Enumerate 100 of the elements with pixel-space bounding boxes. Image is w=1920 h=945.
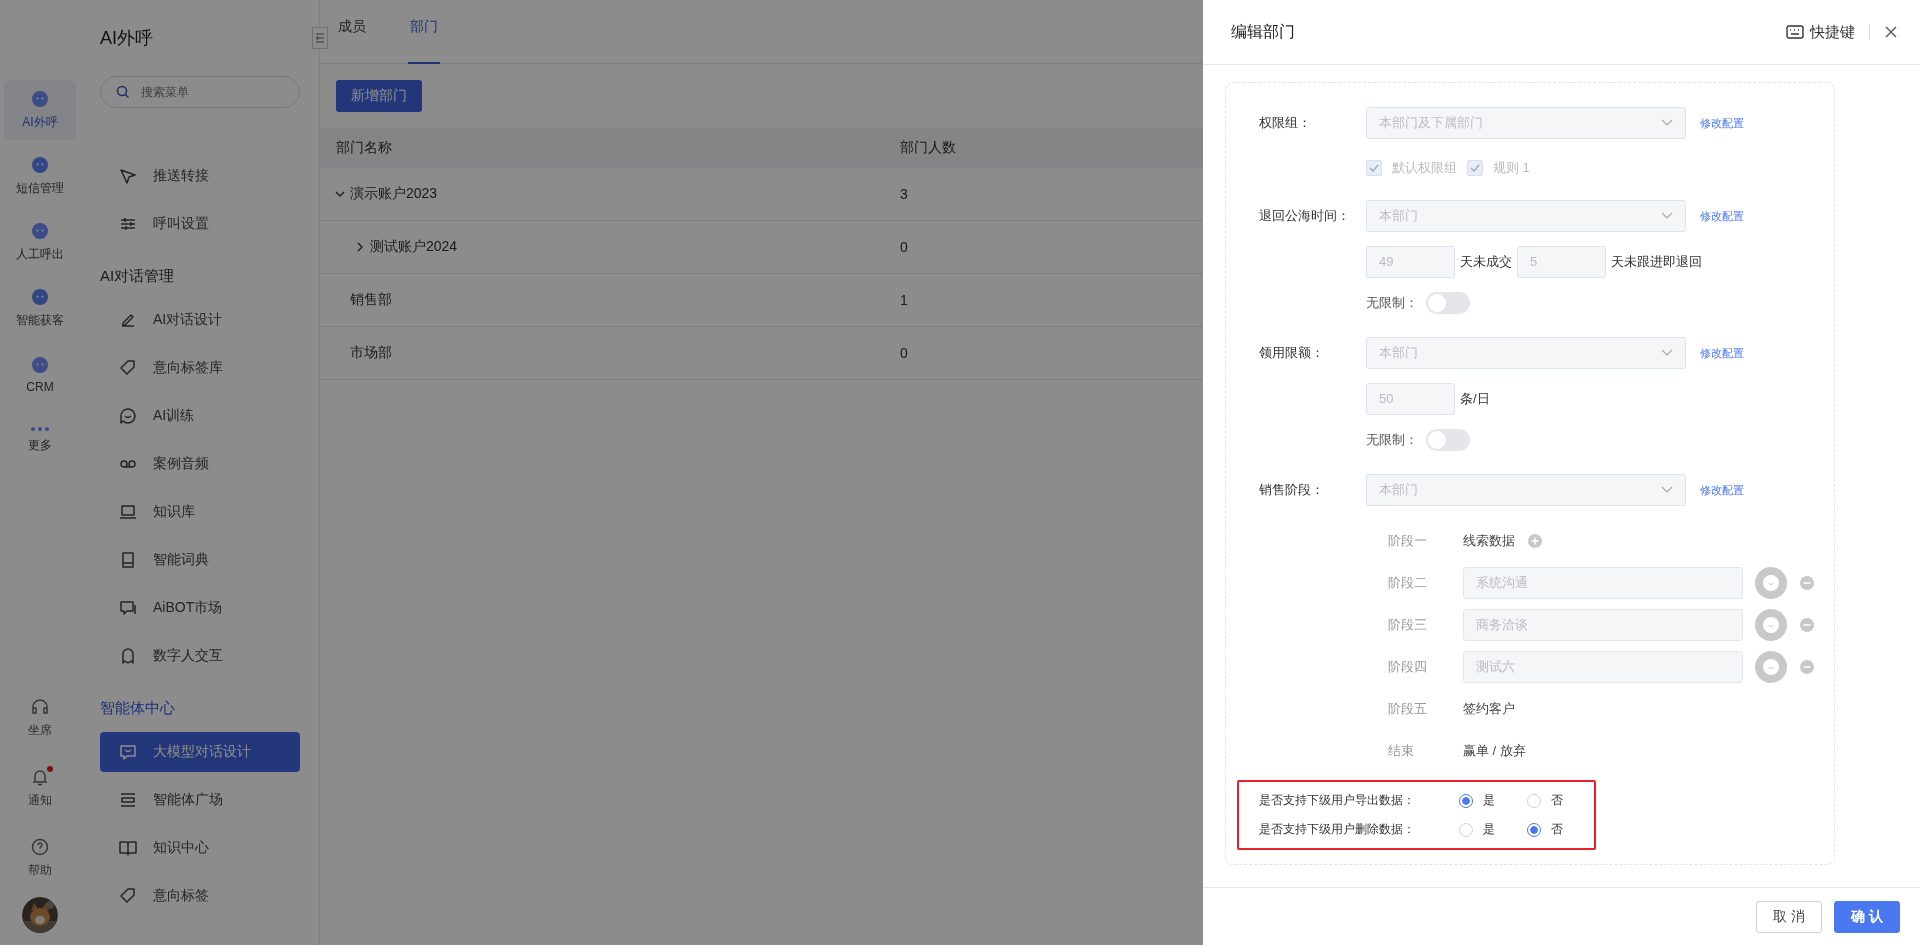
chevron-down-icon (1661, 349, 1673, 357)
radio-label: 是 (1483, 792, 1495, 809)
chevron-down-icon (1661, 486, 1673, 494)
edit-config-link[interactable]: 修改配置 (1700, 345, 1744, 361)
menu-item[interactable]: AiBOT市场 (100, 588, 300, 628)
app-icon (30, 221, 50, 241)
menu-item[interactable]: AI训练 (100, 396, 300, 436)
menu-item[interactable]: 案例音频 (100, 444, 300, 484)
rail-item[interactable]: 通知 (4, 757, 76, 819)
unit-label: 天未跟进即退回 (1611, 253, 1702, 271)
toggle-switch[interactable] (1426, 292, 1470, 314)
menu-item[interactable]: 大模型对话设计 (100, 732, 300, 772)
add-department-button[interactable]: 新增部门 (336, 80, 422, 112)
rail-item[interactable]: CRM (4, 344, 76, 404)
field-label: 权限组： (1259, 114, 1312, 132)
table-cell: 1 (900, 292, 908, 308)
cancel-button[interactable]: 取 消 (1756, 900, 1823, 933)
menu-item[interactable]: 智能词典 (100, 540, 300, 580)
radio-label: 是 (1483, 821, 1495, 838)
table-cell: 销售部 (350, 291, 392, 309)
checkbox-label: 默认权限组 (1392, 159, 1457, 177)
field-label: 退回公海时间： (1259, 207, 1351, 225)
radio-label: 否 (1550, 821, 1563, 838)
close-icon[interactable] (1884, 25, 1898, 39)
menu-item[interactable]: 知识中心 (100, 828, 300, 868)
rail-item[interactable]: 坐席 (4, 687, 76, 749)
edit-config-link[interactable]: 修改配置 (1700, 208, 1744, 224)
column-header: 部门名称 (335, 139, 393, 157)
circle-button-icon[interactable] (1755, 609, 1787, 641)
stage-value: 签约客户 (1463, 700, 1515, 718)
app-icon (30, 155, 50, 175)
shortcut-link[interactable]: 快捷键 (1786, 22, 1855, 42)
rail-item[interactable]: 更多 (4, 410, 76, 470)
unit-label: 天未成交 (1460, 253, 1512, 271)
rail-item[interactable]: 短信管理 (4, 146, 76, 206)
remove-icon[interactable] (1800, 660, 1814, 674)
menu-icon (118, 886, 138, 906)
checkbox[interactable] (1366, 160, 1382, 176)
circle-button-icon[interactable] (1755, 651, 1787, 683)
tab[interactable]: 部门 (408, 0, 440, 64)
menu-item[interactable]: 智能体广场 (100, 780, 300, 820)
stage-value: 线索数据 (1463, 532, 1515, 550)
chevron-down-icon (1661, 212, 1673, 220)
field-label: 领用限额： (1259, 344, 1325, 362)
add-icon[interactable] (1528, 534, 1542, 548)
radio-button[interactable] (1526, 822, 1541, 837)
switch-label: 无限制： (1366, 431, 1418, 449)
stage-label: 阶段五 (1388, 700, 1428, 718)
field-label: 销售阶段： (1259, 481, 1325, 499)
stage-label: 阶段三 (1388, 616, 1428, 634)
checkmark-icon (1369, 164, 1379, 172)
table-cell: 演示账户2023 (350, 185, 438, 203)
search-field[interactable]: 搜索菜单 (100, 76, 300, 108)
app-icon (30, 354, 50, 375)
search-icon (116, 85, 130, 99)
table-cell: 3 (900, 186, 908, 202)
menu-item[interactable]: 意向标签库 (100, 348, 300, 388)
menu-item[interactable]: AI对话设计 (100, 300, 300, 340)
bell-icon (30, 767, 50, 787)
edit-config-link[interactable]: 修改配置 (1700, 482, 1744, 498)
switch-label: 无限制： (1366, 294, 1418, 312)
table-cell: 0 (900, 239, 908, 255)
edit-config-link[interactable]: 修改配置 (1700, 115, 1744, 131)
table-cell: 市场部 (350, 344, 392, 362)
menu-item[interactable]: 知识库 (100, 492, 300, 532)
more-icon (30, 426, 50, 432)
app-icon (30, 89, 50, 109)
radio-button[interactable] (1459, 793, 1473, 808)
menu-section-heading: 智能体中心 (100, 698, 176, 718)
help-icon (30, 837, 50, 857)
radio-label: 否 (1550, 792, 1563, 809)
column-header: 部门人数 (900, 139, 956, 157)
tab[interactable]: 成员 (336, 0, 368, 64)
table-cell: 0 (900, 345, 908, 361)
menu-item[interactable]: 推送转接 (100, 156, 300, 196)
menu-item[interactable]: 意向标签 (100, 876, 300, 916)
circle-button-icon[interactable] (1755, 567, 1787, 599)
menu-item[interactable]: 呼叫设置 (100, 204, 300, 244)
menu-icon (118, 358, 138, 378)
rail-item[interactable]: 人工呼出 (4, 212, 76, 272)
stage-label: 阶段四 (1388, 658, 1428, 676)
confirm-button[interactable]: 确 认 (1834, 900, 1900, 933)
remove-icon[interactable] (1800, 576, 1814, 590)
checkbox[interactable] (1467, 160, 1483, 176)
rail-item[interactable]: 帮助 (4, 827, 76, 889)
remove-icon[interactable] (1800, 618, 1814, 632)
menu-item[interactable]: 数字人交互 (100, 636, 300, 676)
collapse-icon[interactable] (312, 27, 328, 49)
menu-icon (118, 406, 138, 426)
menu-icon (118, 790, 138, 810)
menu-icon (118, 598, 138, 618)
menu-title: AI外呼 (100, 27, 153, 50)
menu-section-heading: AI对话管理 (100, 266, 176, 286)
rail-item[interactable]: AI外呼 (4, 80, 76, 140)
rail-item[interactable]: 智能获客 (4, 278, 76, 338)
unit-label: 条/日 (1460, 390, 1490, 408)
app-icon (30, 287, 50, 307)
keyboard-icon (1786, 25, 1804, 39)
headset-icon (30, 697, 50, 717)
toggle-switch[interactable] (1426, 429, 1470, 451)
